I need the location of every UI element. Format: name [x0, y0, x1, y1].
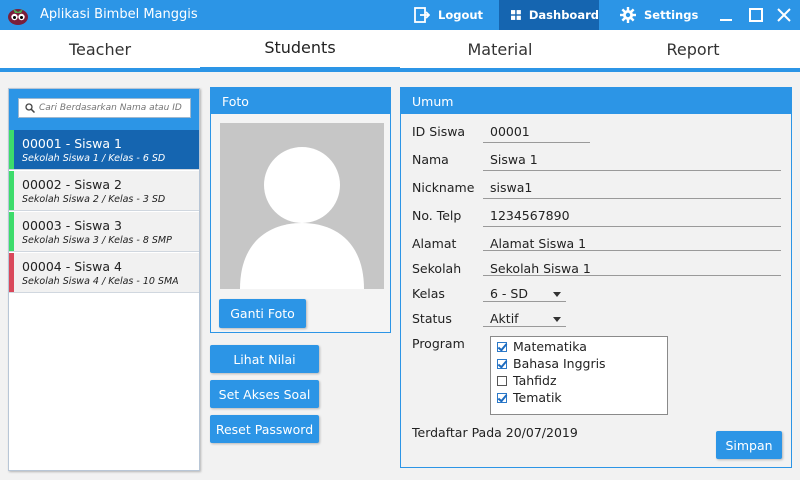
student-list-panel: 00001 - Siswa 1 Sekolah Siswa 1 / Kelas … [8, 88, 200, 471]
settings-button[interactable]: Settings [620, 0, 698, 30]
program-option-label: Matematika [513, 339, 587, 354]
change-photo-button[interactable]: Ganti Foto [219, 299, 306, 328]
dashboard-button[interactable]: Dashboard [499, 0, 599, 30]
logout-icon [414, 7, 430, 23]
status-indicator [9, 253, 14, 292]
program-option-label: Tahfidz [513, 373, 557, 388]
profile-photo [220, 123, 384, 289]
address-field[interactable]: Alamat Siswa 1 [490, 236, 586, 251]
class-dropdown-value: 6 - SD [490, 286, 528, 301]
phone-label: No. Telp [412, 208, 462, 223]
student-id-label: ID Siswa [412, 124, 466, 139]
maximize-button[interactable] [746, 5, 766, 25]
name-label: Nama [412, 152, 449, 167]
status-indicator [9, 212, 14, 251]
student-name: 00003 - Siswa 3 [22, 218, 122, 233]
nickname-label: Nickname [412, 180, 475, 195]
student-name: 00001 - Siswa 1 [22, 136, 122, 151]
student-detail: Sekolah Siswa 2 / Kelas - 3 SD [22, 194, 166, 205]
save-button[interactable]: Simpan [716, 431, 782, 459]
student-name: 00002 - Siswa 2 [22, 177, 122, 192]
class-dropdown-underline [483, 301, 566, 302]
student-detail: Sekolah Siswa 3 / Kelas - 8 SMP [22, 235, 172, 246]
student-detail: Sekolah Siswa 1 / Kelas - 6 SD [22, 153, 166, 164]
gear-icon [620, 7, 636, 23]
logout-label: Logout [438, 8, 484, 22]
phone-field[interactable]: 1234567890 [490, 208, 570, 223]
student-list-item[interactable]: 00004 - Siswa 4 Sekolah Siswa 4 / Kelas … [9, 253, 199, 293]
reset-password-button[interactable]: Reset Password [210, 415, 319, 443]
dashboard-icon [511, 10, 521, 20]
status-dropdown-underline [483, 326, 566, 327]
settings-label: Settings [644, 8, 699, 22]
name-field[interactable]: Siswa 1 [490, 152, 538, 167]
program-option-matematika[interactable]: Matematika [497, 339, 587, 354]
search-box[interactable] [18, 98, 191, 118]
student-detail: Sekolah Siswa 4 / Kelas - 10 SMA [22, 276, 179, 287]
app-logo-icon [6, 3, 30, 27]
status-label: Status [412, 311, 452, 326]
school-underline [483, 275, 781, 276]
address-label: Alamat [412, 236, 457, 251]
student-id-field[interactable]: 00001 [490, 124, 530, 139]
name-underline [483, 170, 781, 171]
tab-students[interactable]: Students [200, 30, 400, 72]
foto-panel: Foto Ganti Foto [210, 87, 391, 333]
tab-report[interactable]: Report [593, 30, 793, 68]
app-title: Aplikasi Bimbel Manggis [40, 7, 198, 22]
checkbox-checked-icon[interactable] [497, 341, 507, 352]
program-option-bahasa-inggris[interactable]: Bahasa Inggris [497, 356, 606, 371]
student-list-header [9, 89, 199, 130]
address-underline [483, 250, 781, 251]
chevron-down-icon [553, 292, 561, 297]
school-field[interactable]: Sekolah Siswa 1 [490, 261, 591, 276]
logout-button[interactable]: Logout [414, 0, 483, 30]
student-list-item[interactable]: 00003 - Siswa 3 Sekolah Siswa 3 / Kelas … [9, 212, 199, 252]
general-info-panel: Umum ID Siswa 00001 Nama Siswa 1 Nicknam… [400, 87, 792, 468]
program-option-label: Bahasa Inggris [513, 356, 606, 371]
student-id-underline [483, 142, 590, 143]
status-indicator [9, 171, 14, 210]
title-bar: Aplikasi Bimbel Manggis Logout Dashboard [0, 0, 800, 30]
general-panel-title: Umum [401, 88, 791, 114]
main-tabs: Teacher Students Material Report [0, 30, 800, 72]
phone-underline [483, 226, 781, 227]
registered-date: Terdaftar Pada 20/07/2019 [412, 425, 578, 440]
checkbox-unchecked-icon[interactable] [497, 375, 507, 386]
search-icon [25, 103, 35, 113]
foto-panel-title: Foto [211, 88, 390, 114]
nickname-underline [483, 198, 781, 199]
checkbox-checked-icon[interactable] [497, 358, 507, 369]
checkbox-checked-icon[interactable] [497, 392, 507, 403]
dashboard-label: Dashboard [528, 8, 599, 22]
tab-material[interactable]: Material [400, 30, 600, 68]
program-option-tahfidz[interactable]: Tahfidz [497, 373, 557, 388]
school-label: Sekolah [412, 261, 462, 276]
program-checklist: Matematika Bahasa Inggris Tahfidz Temati… [490, 336, 668, 415]
search-input[interactable] [39, 100, 189, 116]
minimize-button[interactable] [716, 5, 736, 25]
tab-teacher[interactable]: Teacher [0, 30, 200, 68]
avatar-placeholder-icon [240, 147, 364, 289]
close-icon [777, 8, 791, 22]
program-label: Program [412, 336, 465, 351]
minimize-icon [720, 19, 732, 21]
program-option-tematik[interactable]: Tematik [497, 390, 562, 405]
student-name: 00004 - Siswa 4 [22, 259, 122, 274]
program-option-label: Tematik [513, 390, 562, 405]
maximize-icon [749, 8, 763, 22]
view-grades-button[interactable]: Lihat Nilai [210, 345, 319, 373]
student-list-item[interactable]: 00002 - Siswa 2 Sekolah Siswa 2 / Kelas … [9, 171, 199, 211]
status-dropdown-value: Aktif [490, 311, 519, 326]
status-indicator [9, 130, 14, 169]
class-label: Kelas [412, 286, 445, 301]
set-question-access-button[interactable]: Set Akses Soal [210, 380, 319, 408]
chevron-down-icon [553, 317, 561, 322]
student-list-item[interactable]: 00001 - Siswa 1 Sekolah Siswa 1 / Kelas … [9, 130, 199, 170]
nickname-field[interactable]: siswa1 [490, 180, 532, 195]
close-button[interactable] [774, 5, 794, 25]
